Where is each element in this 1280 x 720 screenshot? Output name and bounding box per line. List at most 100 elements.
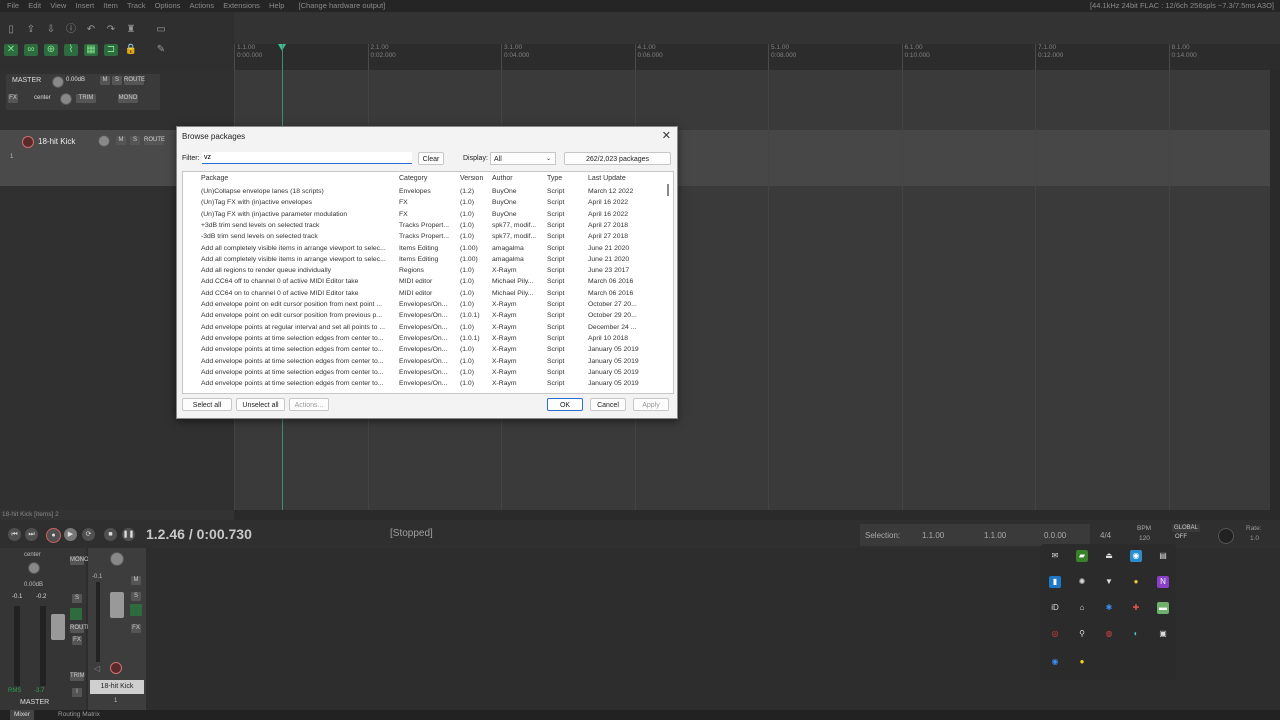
list-scrollbar-thumb[interactable] <box>667 184 669 196</box>
link-icon[interactable]: ∞ <box>24 44 38 56</box>
master-mono-button[interactable]: MONO <box>118 94 138 103</box>
cancel-button[interactable]: Cancel <box>590 398 626 411</box>
app-icon[interactable]: ◍ <box>1103 628 1115 640</box>
audio-status[interactable]: [44.1kHz 24bit FLAC : 12/6ch 256spls ~7.… <box>1090 0 1274 12</box>
playrate-knob[interactable] <box>1218 528 1234 544</box>
pause-button[interactable]: ❚❚ <box>122 528 135 541</box>
app-icon[interactable]: ● <box>1076 656 1088 668</box>
master-volume-knob[interactable] <box>52 76 64 88</box>
horizontal-scrollbar[interactable] <box>234 510 1280 520</box>
package-row[interactable]: (Un)Tag FX with (in)active parameter mod… <box>183 209 663 220</box>
mixer-track-solo-button[interactable]: S <box>131 592 141 601</box>
menu-edit[interactable]: Edit <box>28 0 41 12</box>
bluetooth-icon[interactable]: ✱ <box>1103 602 1115 614</box>
new-project-icon[interactable]: ▯ <box>4 24 18 36</box>
menu-options[interactable]: Options <box>155 0 181 12</box>
package-row[interactable]: Add envelope points at time selection ed… <box>183 333 663 344</box>
package-list[interactable]: Package Category Version Author Type Las… <box>182 171 674 394</box>
selection-length[interactable]: 0.0.00 <box>1044 531 1066 540</box>
window-icon[interactable]: ▭ <box>154 24 168 36</box>
app-icon[interactable]: ● <box>1130 576 1142 588</box>
redo-icon[interactable]: ↷ <box>104 24 118 36</box>
master-fx-button[interactable]: FX <box>8 94 18 103</box>
package-count-button[interactable]: 262/2,023 packages <box>564 152 671 165</box>
package-row[interactable]: Add all regions to render queue individu… <box>183 265 663 276</box>
usb-icon[interactable]: ⌂ <box>1076 602 1088 614</box>
save-project-icon[interactable]: ⇩ <box>44 24 58 36</box>
package-row[interactable]: Add CC64 off to channel 0 of active MIDI… <box>183 276 663 287</box>
project-settings-icon[interactable]: ⓘ <box>64 24 78 36</box>
mixer-record-arm-button[interactable] <box>110 662 122 674</box>
undo-icon[interactable]: ↶ <box>84 24 98 36</box>
track-route-button[interactable]: ROUTE <box>144 136 165 145</box>
package-row[interactable]: Add envelope points at time selection ed… <box>183 344 663 355</box>
unselect-all-button[interactable]: Unselect all <box>236 398 285 411</box>
actions-button[interactable]: Actions... <box>289 398 329 411</box>
id-icon[interactable]: iD <box>1049 602 1061 614</box>
pencil-icon[interactable]: ✎ <box>154 44 168 56</box>
mixer-track-pan-knob[interactable] <box>110 552 124 566</box>
package-row[interactable]: (Un)Tag FX with (in)active envelopes FX (1… <box>183 197 663 208</box>
calculator-icon[interactable]: ▤ <box>1157 550 1169 562</box>
mixer-track-fx-button[interactable]: FX <box>131 624 141 633</box>
track-volume-knob[interactable] <box>98 135 110 147</box>
mixer-master-route-button[interactable]: ROUTE <box>70 624 91 633</box>
mixer-master-strip[interactable]: center 0.00dB -0.1 -0.2 MONO S ROUTE FX … <box>0 548 91 710</box>
master-pan-knob[interactable] <box>60 93 72 105</box>
time-signature[interactable]: 4/4 <box>1100 531 1111 540</box>
package-row[interactable]: Add all completely visible items in arra… <box>183 243 663 254</box>
master-solo-button[interactable]: S <box>112 76 122 85</box>
column-header-author[interactable]: Author <box>492 175 542 182</box>
mail-icon[interactable]: ✉ <box>1049 550 1061 562</box>
menu-track[interactable]: Track <box>127 0 145 12</box>
vertical-scrollbar[interactable] <box>1270 70 1280 510</box>
record-arm-button[interactable] <box>22 136 34 148</box>
column-header-package[interactable]: Package <box>201 175 396 182</box>
clear-button[interactable]: Clear <box>418 152 444 165</box>
master-env-button[interactable] <box>70 608 82 620</box>
bpm-value[interactable]: 120 <box>1139 535 1150 543</box>
grouping-icon[interactable]: ⊕ <box>44 44 58 56</box>
package-row[interactable]: Add envelope points at time selection ed… <box>183 378 663 389</box>
column-header-type[interactable]: Type <box>547 175 585 182</box>
master-route-button[interactable]: ROUTE <box>124 76 145 85</box>
tab-mixer[interactable]: Mixer <box>10 710 34 720</box>
envelope-icon[interactable]: ⌇ <box>64 44 78 56</box>
chat-icon[interactable]: ▬ <box>1157 602 1169 614</box>
mixer-master-mono-button[interactable]: MONO <box>70 556 89 565</box>
package-row[interactable]: Add envelope points at time selection ed… <box>183 356 663 367</box>
select-all-button[interactable]: Select all <box>182 398 232 411</box>
stop-button[interactable]: ■ <box>104 528 117 541</box>
open-project-icon[interactable]: ⇪ <box>24 24 38 36</box>
apply-button[interactable]: Apply <box>633 398 669 411</box>
play-button[interactable]: ▶ <box>64 528 77 541</box>
mixer-track-mute-button[interactable]: M <box>131 576 141 585</box>
selection-end[interactable]: 1.1.00 <box>984 531 1006 540</box>
track-fader[interactable] <box>110 592 124 618</box>
lock-icon[interactable]: 🔒 <box>124 44 138 56</box>
ok-button[interactable]: OK <box>547 398 583 411</box>
tab-routing-matrix[interactable]: Routing Matrix <box>58 710 100 720</box>
mixer-master-solo-button[interactable]: S <box>72 594 82 603</box>
package-row[interactable]: Add envelope point on edit cursor positi… <box>183 299 663 310</box>
mixer-track-strip[interactable]: -0.1 M S FX ◁ 18-hit Kick 1 <box>88 548 146 710</box>
hardware-output-link[interactable]: [Change hardware output] <box>299 0 386 12</box>
app-icon[interactable]: ◉ <box>1130 550 1142 562</box>
track-solo-button[interactable]: S <box>130 136 140 145</box>
track-env-button[interactable] <box>130 604 142 616</box>
package-row[interactable]: Add envelope points at regular interval … <box>183 322 663 333</box>
go-end-icon[interactable]: ⏭ <box>25 528 38 541</box>
timeline-ruler[interactable]: 1.1.00 0:00.000 2.1.00 0:02.000 3.1.00 0:04.0… <box>234 44 1280 70</box>
menu-insert[interactable]: Insert <box>75 0 94 12</box>
mixer-master-trim-button[interactable]: TRIM <box>70 672 85 681</box>
app-icon[interactable]: N <box>1157 576 1169 588</box>
selection-start[interactable]: 1.1.00 <box>922 531 944 540</box>
time-display[interactable]: 1.2.46 / 0:00.730 <box>146 526 252 542</box>
mixer-master-pan-knob[interactable] <box>28 562 40 574</box>
track-header-1[interactable]: 18-hit Kick M S ROUTE 1 <box>0 130 180 186</box>
app-icon[interactable]: ◎ <box>1049 628 1061 640</box>
menu-item[interactable]: Item <box>103 0 118 12</box>
nvidia-icon[interactable]: ▰ <box>1076 550 1088 562</box>
track-name[interactable]: 18-hit Kick <box>38 137 75 146</box>
menu-file[interactable]: File <box>7 0 19 12</box>
